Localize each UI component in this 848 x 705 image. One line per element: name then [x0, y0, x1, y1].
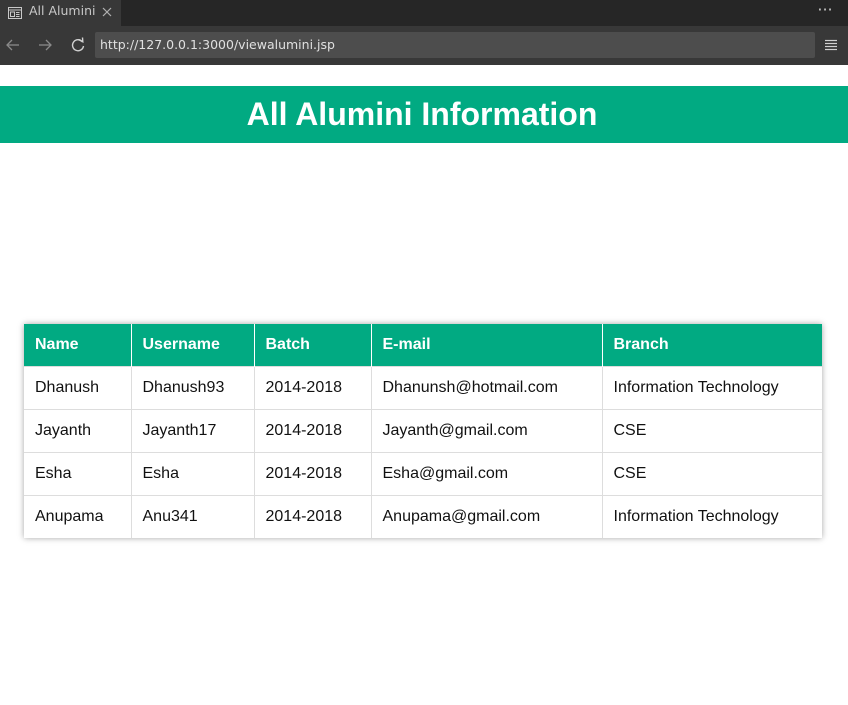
page-header: All Alumini Information [0, 86, 848, 143]
page-icon [8, 7, 22, 19]
cell-name: Dhanush [24, 366, 132, 410]
cell-email: Dhanunsh@hotmail.com [371, 366, 603, 410]
cell-branch: Information Technology [602, 495, 822, 538]
cell-name: Jayanth [24, 409, 132, 453]
close-icon[interactable] [100, 5, 114, 19]
cell-batch: 2014-2018 [254, 452, 372, 496]
address-bar[interactable]: http://127.0.0.1:3000/viewalumini.jsp [95, 32, 815, 58]
table-row: Esha Esha 2014-2018 Esha@gmail.com CSE [24, 452, 822, 496]
column-header-name: Name [24, 324, 132, 367]
table-header-row: Name Username Batch E-mail Branch [24, 324, 822, 367]
page-title: All Alumini Information [246, 96, 598, 132]
cell-branch: CSE [602, 409, 822, 453]
browser-toolbar: http://127.0.0.1:3000/viewalumini.jsp [0, 26, 848, 65]
cell-username: Jayanth17 [131, 409, 255, 453]
table-row: Dhanush Dhanush93 2014-2018 Dhanunsh@hot… [24, 366, 822, 410]
cell-email: Jayanth@gmail.com [371, 409, 603, 453]
cell-email: Esha@gmail.com [371, 452, 603, 496]
cell-username: Dhanush93 [131, 366, 255, 410]
cell-name: Esha [24, 452, 132, 496]
url-text: http://127.0.0.1:3000/viewalumini.jsp [100, 37, 335, 52]
cell-name: Anupama [24, 495, 132, 538]
alumni-table: Name Username Batch E-mail Branch Dhanus… [24, 324, 822, 538]
more-menu-icon[interactable]: ··· [815, 2, 835, 22]
cell-email: Anupama@gmail.com [371, 495, 603, 538]
forward-arrow-icon[interactable] [36, 36, 54, 54]
page-viewport: All Alumini Information Name Username Ba… [0, 65, 848, 705]
table-row: Jayanth Jayanth17 2014-2018 Jayanth@gmai… [24, 409, 822, 453]
column-header-username: Username [131, 324, 255, 367]
cell-username: Anu341 [131, 495, 255, 538]
cell-username: Esha [131, 452, 255, 496]
reload-icon[interactable] [69, 36, 87, 54]
browser-tab-bar: All Alumini ··· [0, 0, 848, 26]
column-header-branch: Branch [602, 324, 822, 367]
table-row: Anupama Anu341 2014-2018 Anupama@gmail.c… [24, 495, 822, 538]
alumni-table-container: Name Username Batch E-mail Branch Dhanus… [24, 324, 822, 538]
cell-branch: Information Technology [602, 366, 822, 410]
tab-title: All Alumini [29, 3, 96, 18]
cell-batch: 2014-2018 [254, 409, 372, 453]
hamburger-menu-icon[interactable] [824, 38, 838, 52]
cell-branch: CSE [602, 452, 822, 496]
column-header-batch: Batch [254, 324, 372, 367]
cell-batch: 2014-2018 [254, 495, 372, 538]
column-header-email: E-mail [371, 324, 603, 367]
cell-batch: 2014-2018 [254, 366, 372, 410]
back-arrow-icon[interactable] [4, 36, 22, 54]
browser-tab[interactable]: All Alumini [0, 0, 121, 26]
